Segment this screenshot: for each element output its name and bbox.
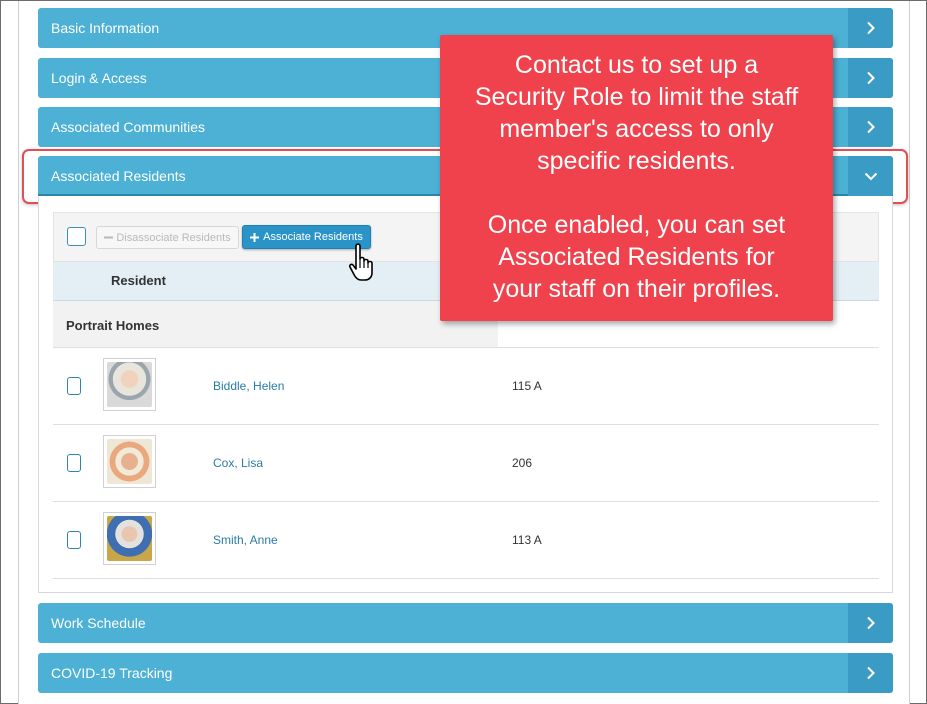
column-header-resident[interactable]: Resident xyxy=(111,273,166,288)
section-label: Work Schedule xyxy=(51,615,146,631)
section-work-schedule[interactable]: Work Schedule xyxy=(38,603,893,643)
row-checkbox[interactable] xyxy=(67,531,81,549)
disassociate-label: Disassociate Residents xyxy=(116,231,231,244)
callout-line: your staff on their profiles. xyxy=(492,275,781,303)
hand-pointer-icon xyxy=(348,243,373,281)
resident-room: 115 A xyxy=(512,379,542,393)
minus-icon xyxy=(104,236,114,239)
callout-line: Once enabled, you can set xyxy=(487,211,786,239)
section-covid-tracking[interactable]: COVID-19 Tracking xyxy=(38,653,893,693)
callout-line: specific residents. xyxy=(537,147,736,175)
group-name: Portrait Homes xyxy=(66,318,160,333)
row-checkbox[interactable] xyxy=(67,454,81,472)
chevron-right-icon[interactable] xyxy=(848,58,893,98)
section-label: Associated Communities xyxy=(51,119,206,135)
table-row: Biddle, Helen 115 A xyxy=(53,348,879,425)
resident-photo xyxy=(103,358,156,411)
resident-name-link[interactable]: Biddle, Helen xyxy=(213,379,284,393)
resident-room: 206 xyxy=(512,456,533,470)
chevron-right-icon[interactable] xyxy=(848,653,893,693)
section-label: Basic Information xyxy=(51,20,160,36)
resident-room: 113 A xyxy=(512,533,542,547)
row-checkbox[interactable] xyxy=(67,377,81,395)
chevron-right-icon[interactable] xyxy=(848,8,893,48)
resident-photo xyxy=(103,435,156,488)
callout-line: Contact us to set up a xyxy=(514,51,759,79)
table-row: Smith, Anne 113 A xyxy=(53,502,879,579)
resident-name-link[interactable]: Smith, Anne xyxy=(213,533,278,547)
plus-icon xyxy=(250,232,260,242)
chevron-right-icon[interactable] xyxy=(848,107,893,147)
section-label: COVID-19 Tracking xyxy=(51,665,173,681)
info-callout: Contact us to set up a Security Role to … xyxy=(440,35,833,321)
callout-line: member's access to only xyxy=(499,115,774,143)
callout-line: Associated Residents for xyxy=(498,243,775,271)
select-all-checkbox[interactable] xyxy=(67,227,86,246)
section-label: Login & Access xyxy=(51,70,147,86)
resident-photo xyxy=(103,512,156,565)
disassociate-residents-button[interactable]: Disassociate Residents xyxy=(96,226,239,249)
chevron-right-icon[interactable] xyxy=(848,603,893,643)
callout-line: Security Role to limit the staff xyxy=(474,83,799,111)
resident-name-link[interactable]: Cox, Lisa xyxy=(213,456,263,470)
table-row: Cox, Lisa 206 xyxy=(53,425,879,502)
